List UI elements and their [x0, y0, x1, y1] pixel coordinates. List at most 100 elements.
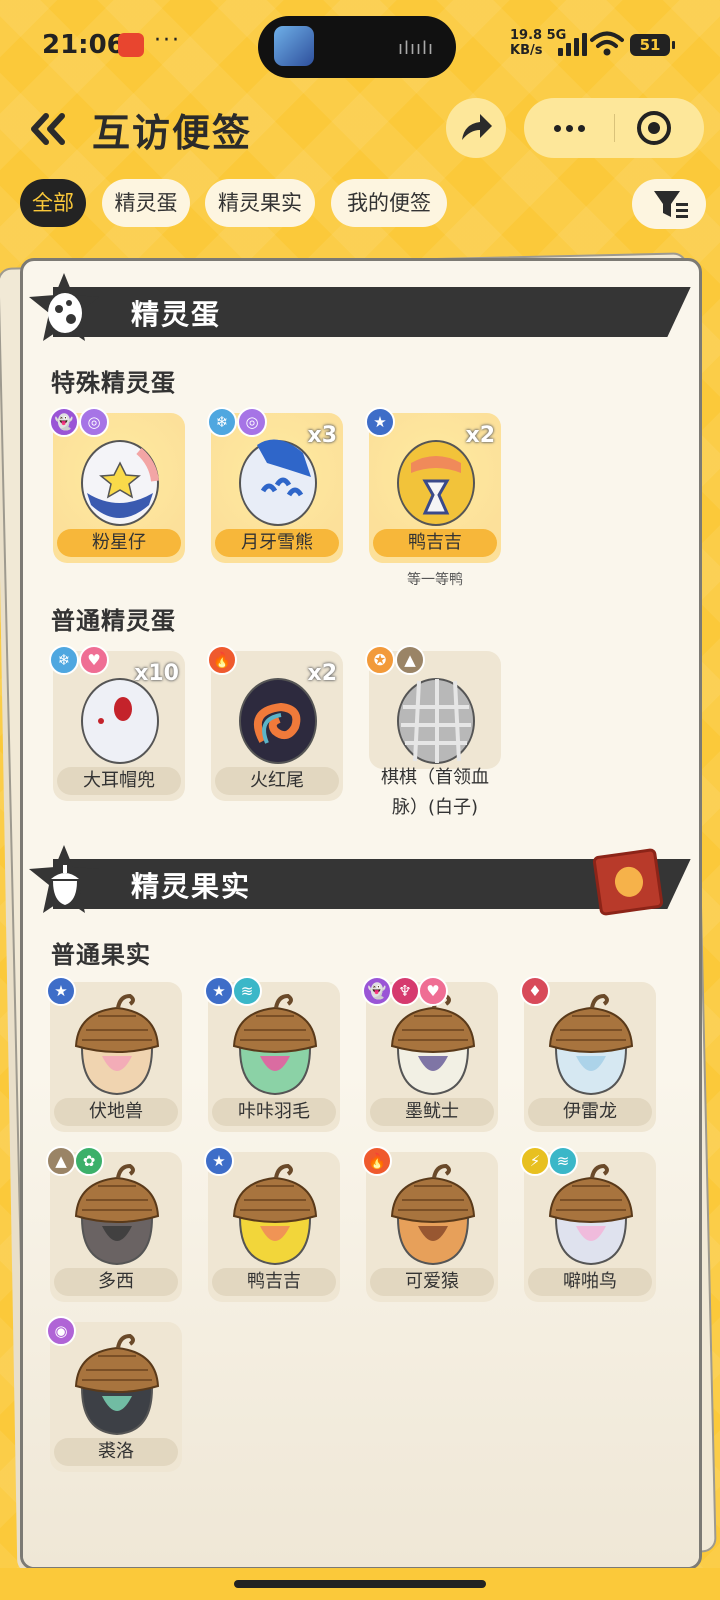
- egg-name: 月牙雪熊: [215, 529, 339, 557]
- egg-section-icon: [29, 273, 99, 341]
- acorn-icon: [232, 1163, 318, 1266]
- ice-type-icon: ❄: [207, 407, 237, 437]
- egg-count: x3: [307, 423, 338, 448]
- normal-type-icon: ★: [365, 407, 395, 437]
- acorn-icon: [74, 1333, 160, 1436]
- close-miniprogram-icon[interactable]: [637, 111, 671, 145]
- special-egg-item[interactable]: ★ x2 鸭吉吉 等一等鸭: [365, 407, 501, 588]
- fruit-name: 鸭吉吉: [212, 1268, 336, 1296]
- filter-icon: [654, 191, 688, 218]
- fruit-item[interactable]: ▲ ✿ 多西: [46, 1146, 182, 1302]
- normal-type-icon: ★: [46, 976, 76, 1006]
- tab-all[interactable]: 全部: [20, 179, 86, 227]
- special-egg-item[interactable]: ❄ ◎ x3 月牙雪熊: [207, 407, 343, 563]
- egg-name: 大耳帽兜: [57, 767, 181, 795]
- status-time: 21:06: [42, 30, 125, 60]
- heart-type-icon: ♥: [418, 976, 448, 1006]
- capsule-divider: [614, 114, 615, 142]
- wind-type-icon: ≋: [548, 1146, 578, 1176]
- fruit-name: 伊雷龙: [528, 1098, 652, 1126]
- tab-fruits[interactable]: 精灵果实: [205, 179, 315, 227]
- back-chevrons-icon[interactable]: [22, 104, 72, 154]
- battery-icon: 51: [630, 34, 675, 56]
- demon-type-icon: ♆: [390, 976, 420, 1006]
- fruit-item[interactable]: ♦ 伊雷龙: [520, 976, 656, 1132]
- special-egg-item[interactable]: 👻 ◎ 粉星仔: [49, 407, 185, 563]
- fruit-name: 多西: [54, 1268, 178, 1296]
- notification-app-icon: [118, 33, 144, 57]
- acorn-icon: [390, 1163, 476, 1266]
- fruit-name: 可爱猿: [370, 1268, 494, 1296]
- mountain-type-icon: ▲: [395, 645, 425, 675]
- normal-eggs-heading: 普通精灵蛋: [51, 607, 176, 635]
- fire-type-icon: 🔥: [207, 645, 237, 675]
- home-indicator[interactable]: [234, 1580, 486, 1588]
- heart-type-icon: ♥: [79, 645, 109, 675]
- egg-icon: [397, 678, 475, 764]
- network-speed-value: 19.8: [510, 28, 543, 43]
- egg-name-line2: 脉）(白子): [391, 797, 479, 818]
- wifi-icon: [590, 31, 624, 56]
- fruit-item[interactable]: 👻 ♆ ♥ 墨鱿士: [362, 976, 498, 1132]
- egg-icon: [81, 440, 159, 526]
- fire-type-icon: 🔥: [362, 1146, 392, 1176]
- monkey-stamp-icon: [592, 847, 664, 917]
- ghost-type-icon: 👻: [362, 976, 392, 1006]
- acorn-icon: [74, 993, 160, 1096]
- swirl-type-icon: ◎: [79, 407, 109, 437]
- egg-subtitle: 等一等鸭: [407, 572, 463, 588]
- electric-type-icon: ⚡: [520, 1146, 550, 1176]
- fruit-item[interactable]: ★ ≋ 咔咔羽毛: [204, 976, 340, 1132]
- dragon-type-icon: ♦: [520, 976, 550, 1006]
- ghost-type-icon: 👻: [49, 407, 79, 437]
- normal-egg-item[interactable]: ❄ ♥ x10 大耳帽兜: [49, 645, 185, 801]
- fruit-name: 裘洛: [54, 1438, 178, 1466]
- fruit-name: 噼啪鸟: [528, 1268, 652, 1296]
- egg-name-line1: 棋棋（首领血: [381, 767, 489, 788]
- fighting-type-icon: ✪: [365, 645, 395, 675]
- poison-type-icon: ◉: [46, 1316, 76, 1346]
- fruit-name: 咔咔羽毛: [212, 1098, 336, 1126]
- special-eggs-heading: 特殊精灵蛋: [51, 369, 176, 397]
- grass-type-icon: ✿: [74, 1146, 104, 1176]
- egg-count: x2: [465, 423, 496, 448]
- network-speed-unit: KB/s: [510, 43, 543, 58]
- fruit-item[interactable]: ⚡ ≋ 噼啪鸟: [520, 1146, 656, 1302]
- section-banner-eggs: 精灵蛋: [53, 287, 699, 337]
- status-bar: 21:06 ··· ılıılı 19.8 5G KB/s 51: [0, 0, 720, 90]
- egg-name: 鸭吉吉: [373, 529, 497, 557]
- fruit-name: 墨鱿士: [370, 1098, 494, 1126]
- share-arrow-icon: [462, 114, 492, 140]
- egg-name: 火红尾: [215, 767, 339, 795]
- share-button[interactable]: [446, 98, 506, 158]
- normal-egg-item[interactable]: ✪ ▲ 棋棋（首领血 脉）(白子): [365, 645, 501, 818]
- fruit-item[interactable]: ★ 伏地兽: [46, 976, 182, 1132]
- fruit-name: 伏地兽: [54, 1098, 178, 1126]
- egg-count: x10: [134, 661, 179, 686]
- signal-icon: [558, 32, 587, 56]
- normal-fruits-heading: 普通果实: [51, 941, 151, 969]
- egg-count: x2: [307, 661, 338, 686]
- tab-my-notes[interactable]: 我的便签: [331, 179, 447, 227]
- wind-type-icon: ≋: [232, 976, 262, 1006]
- normal-egg-item[interactable]: 🔥 x2 火红尾: [207, 645, 343, 801]
- ice-type-icon: ❄: [49, 645, 79, 675]
- fruit-section-icon: [29, 845, 99, 913]
- egg-name: 棋棋（首领血 脉）(白子): [361, 763, 509, 823]
- game-app-icon: [274, 26, 314, 66]
- normal-type-icon: ★: [204, 976, 234, 1006]
- fruit-item[interactable]: ★ 鸭吉吉: [204, 1146, 340, 1302]
- fruit-item[interactable]: 🔥 可爱猿: [362, 1146, 498, 1302]
- more-menu-button[interactable]: [524, 98, 614, 158]
- section-title-eggs: 精灵蛋: [131, 298, 222, 331]
- page-title: 互访便签: [92, 111, 253, 155]
- normal-type-icon: ★: [204, 1146, 234, 1176]
- filter-button[interactable]: [632, 179, 706, 229]
- dynamic-island: ılıılı: [258, 16, 456, 78]
- tab-eggs[interactable]: 精灵蛋: [102, 179, 190, 227]
- egg-name: 粉星仔: [57, 529, 181, 557]
- audio-wave-icon: ılıılı: [397, 38, 434, 59]
- mountain-type-icon: ▲: [46, 1146, 76, 1176]
- section-title-fruits: 精灵果实: [131, 870, 252, 903]
- fruit-item[interactable]: ◉ 裘洛: [46, 1316, 182, 1472]
